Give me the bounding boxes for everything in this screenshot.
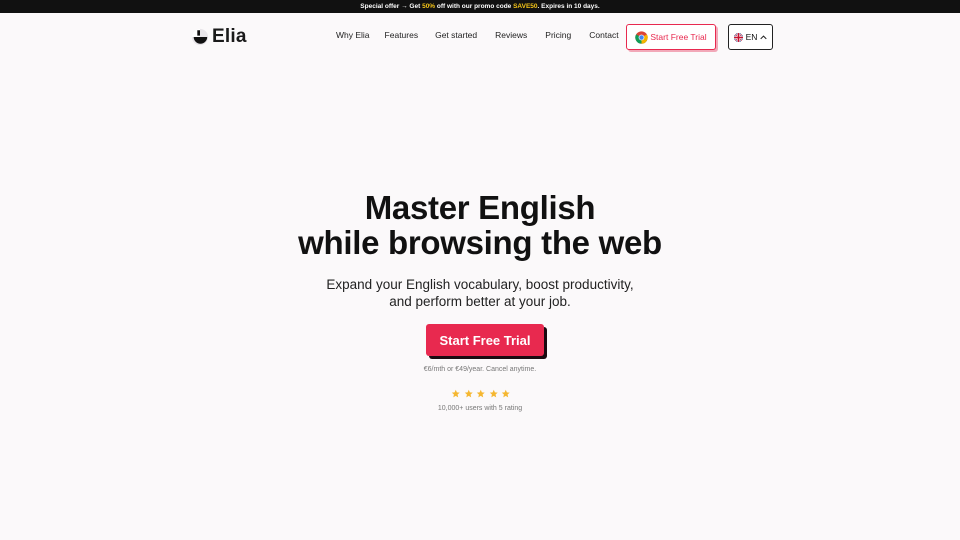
language-selector[interactable]: EN bbox=[728, 24, 773, 50]
nav-link-reviews[interactable]: Reviews bbox=[495, 30, 527, 40]
nav-start-trial-button[interactable]: Start Free Trial bbox=[626, 24, 716, 50]
promo-banner: Special offer → Get 50% off with our pro… bbox=[0, 0, 960, 13]
star-icon bbox=[464, 389, 473, 398]
promo-prefix: Special offer → Get bbox=[360, 3, 423, 10]
star-icon bbox=[476, 389, 485, 398]
nav-links: Why Elia Features Get started Reviews Pr… bbox=[336, 30, 619, 40]
nav-link-why-elia[interactable]: Why Elia bbox=[336, 30, 370, 40]
star-rating bbox=[451, 389, 511, 399]
nav-start-trial-label: Start Free Trial bbox=[650, 32, 707, 42]
rating-note: 10,000+ users with 5 rating bbox=[437, 405, 523, 412]
star-icon bbox=[501, 389, 510, 398]
uk-flag-icon bbox=[733, 32, 743, 42]
hero-title-line-1: Master English bbox=[364, 189, 596, 226]
chrome-icon bbox=[635, 30, 649, 44]
pricing-note: €6/mth or €49/year. Cancel anytime. bbox=[423, 366, 537, 373]
promo-discount: 50% bbox=[422, 3, 436, 10]
promo-suffix: . Expires in 10 days. bbox=[537, 3, 600, 10]
hero-title-line-2: while browsing the web bbox=[298, 224, 662, 261]
star-icon bbox=[489, 389, 498, 398]
promo-middle: off with our promo code bbox=[435, 3, 514, 10]
hero-subtitle: Expand your English vocabulary, boost pr… bbox=[0, 276, 960, 310]
nav-link-pricing[interactable]: Pricing bbox=[545, 30, 571, 40]
logo-icon bbox=[191, 28, 209, 46]
hero-start-trial-button[interactable]: Start Free Trial bbox=[426, 324, 544, 356]
hero-subtitle-line-2: and perform better at your job. bbox=[389, 294, 571, 309]
star-icon bbox=[451, 389, 460, 398]
brand-name: Elia bbox=[212, 26, 247, 47]
promo-code: SAVE50 bbox=[513, 3, 538, 10]
hero-subtitle-line-1: Expand your English vocabulary, boost pr… bbox=[326, 277, 634, 292]
nav-link-contact[interactable]: Contact bbox=[589, 30, 618, 40]
nav-link-features[interactable]: Features bbox=[385, 30, 419, 40]
hero-title: Master English while browsing the web bbox=[0, 190, 960, 260]
chevron-up-icon bbox=[760, 34, 768, 39]
language-code: EN bbox=[745, 32, 758, 42]
top-nav: Elia Why Elia Features Get started Revie… bbox=[0, 13, 960, 61]
brand-logo[interactable]: Elia bbox=[191, 26, 247, 48]
nav-link-get-started[interactable]: Get started bbox=[435, 30, 477, 40]
